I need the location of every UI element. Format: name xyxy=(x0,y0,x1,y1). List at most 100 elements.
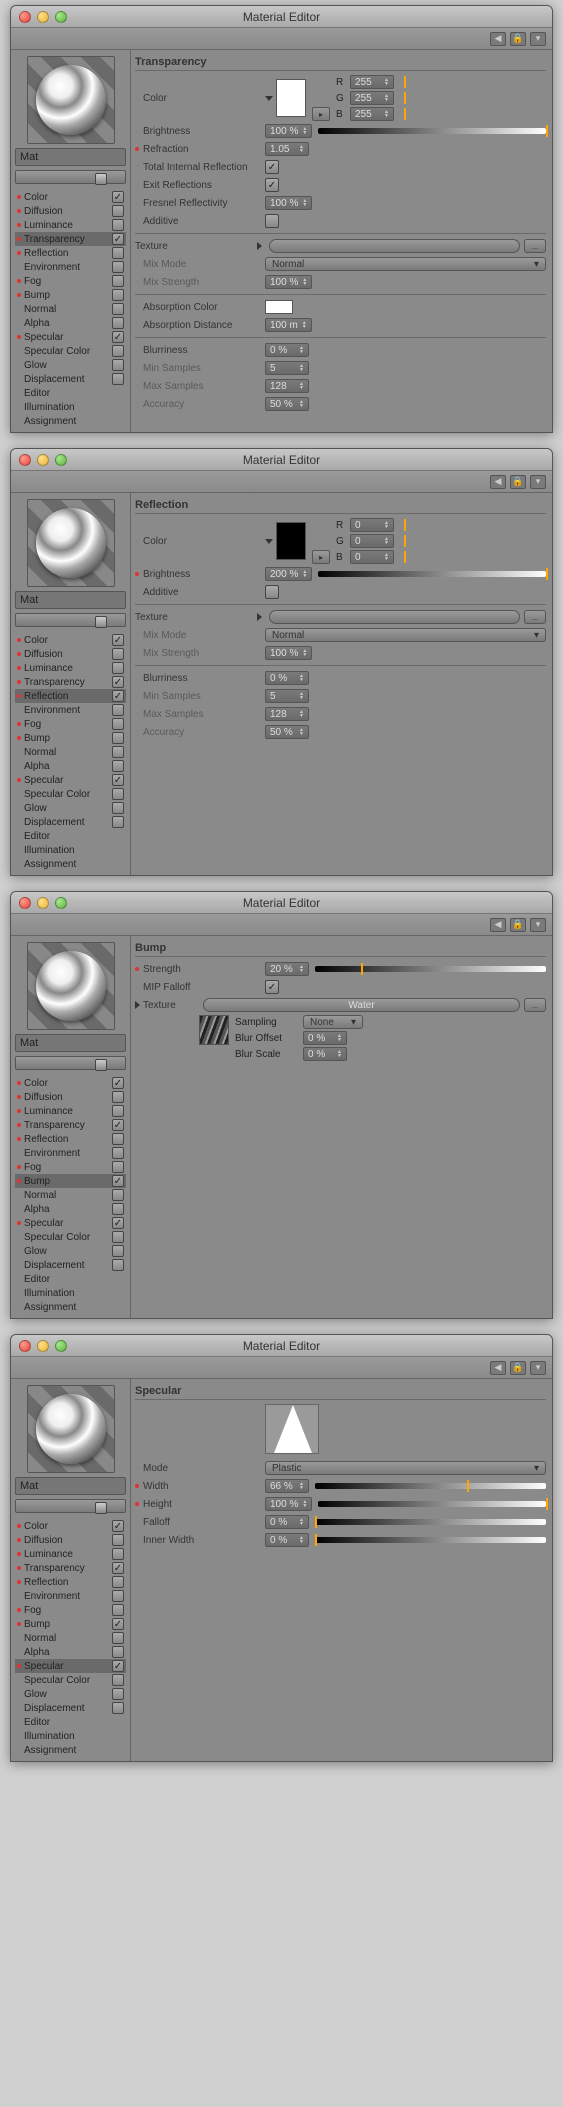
slider-brightness[interactable] xyxy=(318,128,546,134)
channel-checkbox[interactable] xyxy=(112,205,124,217)
texture-slot[interactable] xyxy=(269,610,520,624)
channel-diffusion[interactable]: Diffusion xyxy=(15,1090,126,1104)
material-name-field[interactable]: Mat xyxy=(15,148,126,166)
field-brightness[interactable]: 200 %▲▼ xyxy=(265,567,312,581)
material-preview-thumb[interactable] xyxy=(27,499,115,587)
channel-specular[interactable]: Specular xyxy=(15,1659,126,1673)
spinner-icon[interactable]: ▲▼ xyxy=(384,78,389,86)
spinner-icon[interactable]: ▲▼ xyxy=(337,1050,342,1058)
field-mix-strength[interactable]: 100 %▲▼ xyxy=(265,275,312,289)
channel-fog[interactable]: Fog xyxy=(15,274,126,288)
channel-environment[interactable]: Environment xyxy=(15,260,126,274)
channel-displacement[interactable]: Displacement xyxy=(15,1258,126,1272)
spinner-icon[interactable]: ▲▼ xyxy=(299,692,304,700)
channel-illumination[interactable]: Illumination xyxy=(15,1286,126,1300)
field-blur-scale[interactable]: 0 %▲▼ xyxy=(303,1047,347,1061)
channel-checkbox[interactable] xyxy=(112,648,124,660)
spinner-icon[interactable]: ▲▼ xyxy=(302,127,307,135)
channel-editor[interactable]: Editor xyxy=(15,829,126,843)
channel-checkbox[interactable] xyxy=(112,802,124,814)
channel-specular-color[interactable]: Specular Color xyxy=(15,344,126,358)
channel-checkbox[interactable] xyxy=(112,746,124,758)
spinner-icon[interactable]: ▲▼ xyxy=(299,1536,304,1544)
channel-color[interactable]: Color xyxy=(15,1076,126,1090)
channel-checkbox[interactable] xyxy=(112,1520,124,1532)
slider-falloff[interactable] xyxy=(315,1519,546,1525)
channel-checkbox[interactable] xyxy=(112,1161,124,1173)
texture-browse-button[interactable]: ... xyxy=(524,610,546,624)
checkbox-total-internal-reflection[interactable] xyxy=(265,160,279,174)
spinner-icon[interactable]: ▲▼ xyxy=(302,199,307,207)
texture-expand-icon[interactable] xyxy=(257,613,262,621)
slider-strength[interactable] xyxy=(315,966,546,972)
channel-displacement[interactable]: Displacement xyxy=(15,372,126,386)
channel-transparency[interactable]: Transparency xyxy=(15,1118,126,1132)
channel-normal[interactable]: Normal xyxy=(15,302,126,316)
channel-checkbox[interactable] xyxy=(112,219,124,231)
texture-expand-icon[interactable] xyxy=(135,1001,140,1009)
field-strength[interactable]: 20 %▲▼ xyxy=(265,962,309,976)
channel-checkbox[interactable] xyxy=(112,1632,124,1644)
checkbox-exit-reflections[interactable] xyxy=(265,178,279,192)
channel-checkbox[interactable] xyxy=(112,788,124,800)
lock-button[interactable]: 🔒 xyxy=(510,32,526,46)
slider-width[interactable] xyxy=(315,1483,546,1489)
channel-checkbox[interactable] xyxy=(112,1534,124,1546)
titlebar[interactable]: Material Editor xyxy=(11,449,552,471)
channel-bump[interactable]: Bump xyxy=(15,288,126,302)
texture-slot[interactable]: Water xyxy=(203,998,520,1012)
spinner-icon[interactable]: ▲▼ xyxy=(299,346,304,354)
channel-reflection[interactable]: Reflection xyxy=(15,689,126,703)
channel-luminance[interactable]: Luminance xyxy=(15,1547,126,1561)
spinner-icon[interactable]: ▲▼ xyxy=(384,553,389,561)
spinner-icon[interactable]: ▲▼ xyxy=(384,110,389,118)
channel-environment[interactable]: Environment xyxy=(15,703,126,717)
channel-bump[interactable]: Bump xyxy=(15,1617,126,1631)
lock-button[interactable]: 🔒 xyxy=(510,1361,526,1375)
spinner-icon[interactable]: ▲▼ xyxy=(299,145,304,153)
channel-checkbox[interactable] xyxy=(112,816,124,828)
field-mix-strength[interactable]: 100 %▲▼ xyxy=(265,646,312,660)
channel-checkbox[interactable] xyxy=(112,690,124,702)
channel-checkbox[interactable] xyxy=(112,303,124,315)
channel-color[interactable]: Color xyxy=(15,190,126,204)
color-expand-icon[interactable] xyxy=(265,96,273,101)
checkbox-mip-falloff[interactable] xyxy=(265,980,279,994)
channel-alpha[interactable]: Alpha xyxy=(15,316,126,330)
channel-illumination[interactable]: Illumination xyxy=(15,843,126,857)
spinner-icon[interactable]: ▲▼ xyxy=(299,364,304,372)
channel-checkbox[interactable] xyxy=(112,1646,124,1658)
menu-button[interactable]: ▾ xyxy=(530,475,546,489)
slider-inner-width[interactable] xyxy=(315,1537,546,1543)
channel-displacement[interactable]: Displacement xyxy=(15,815,126,829)
channel-checkbox[interactable] xyxy=(112,233,124,245)
channel-checkbox[interactable] xyxy=(112,634,124,646)
channel-glow[interactable]: Glow xyxy=(15,1244,126,1258)
titlebar[interactable]: Material Editor xyxy=(11,1335,552,1357)
channel-checkbox[interactable] xyxy=(112,1245,124,1257)
rgb-cycle-button[interactable]: ▸ xyxy=(312,550,330,564)
channel-displacement[interactable]: Displacement xyxy=(15,1701,126,1715)
channel-checkbox[interactable] xyxy=(112,1147,124,1159)
channel-checkbox[interactable] xyxy=(112,1576,124,1588)
channel-alpha[interactable]: Alpha xyxy=(15,759,126,773)
menu-button[interactable]: ▾ xyxy=(530,32,546,46)
field-max-samples[interactable]: 128▲▼ xyxy=(265,707,309,721)
rgb-r-field[interactable]: 255▲▼ xyxy=(350,75,394,89)
spinner-icon[interactable]: ▲▼ xyxy=(302,570,307,578)
nav-back-button[interactable]: ◀ xyxy=(490,918,506,932)
channel-checkbox[interactable] xyxy=(112,676,124,688)
preview-scrollbar[interactable] xyxy=(15,1056,126,1070)
color-swatch-small[interactable] xyxy=(265,300,293,314)
channel-illumination[interactable]: Illumination xyxy=(15,400,126,414)
channel-checkbox[interactable] xyxy=(112,359,124,371)
texture-browse-button[interactable]: ... xyxy=(524,998,546,1012)
channel-diffusion[interactable]: Diffusion xyxy=(15,204,126,218)
channel-environment[interactable]: Environment xyxy=(15,1589,126,1603)
preview-scrollbar[interactable] xyxy=(15,613,126,627)
spinner-icon[interactable]: ▲▼ xyxy=(299,1482,304,1490)
channel-checkbox[interactable] xyxy=(112,1604,124,1616)
channel-checkbox[interactable] xyxy=(112,1217,124,1229)
channel-normal[interactable]: Normal xyxy=(15,1631,126,1645)
channel-normal[interactable]: Normal xyxy=(15,1188,126,1202)
